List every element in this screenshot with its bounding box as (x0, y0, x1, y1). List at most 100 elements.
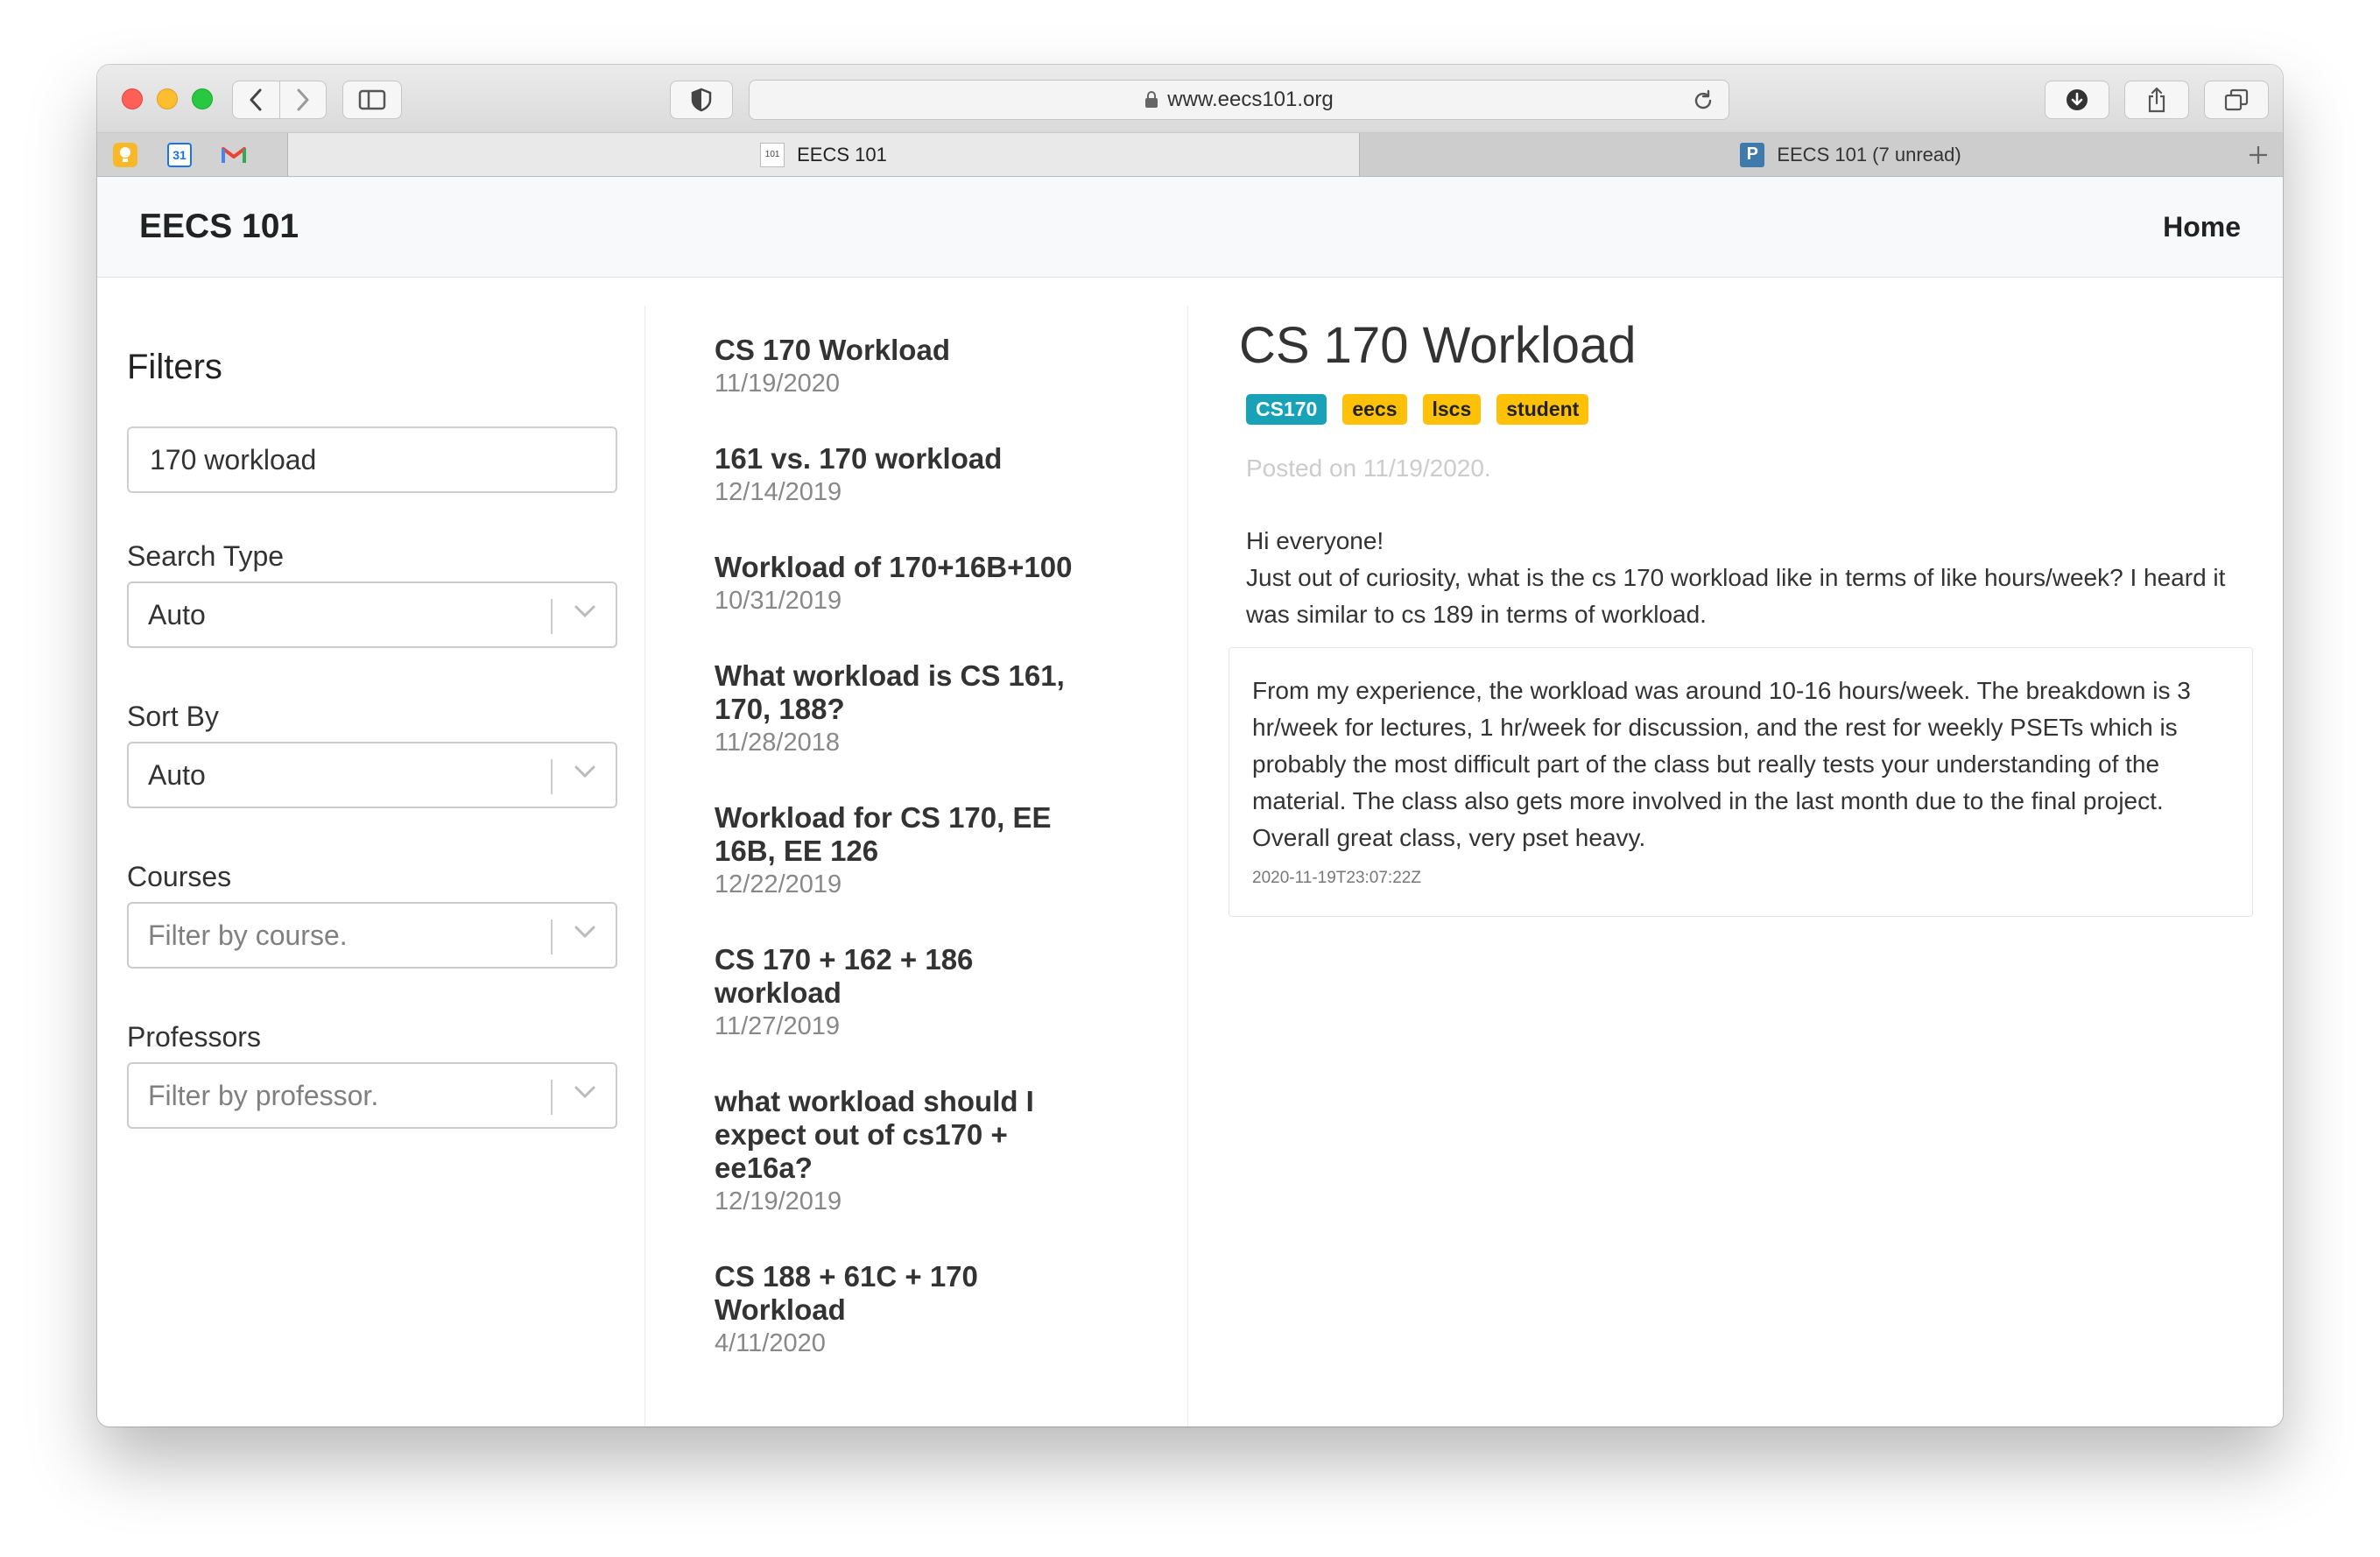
tab-label: EECS 101 (7 unread) (1777, 143, 1961, 166)
result-date: 12/19/2019 (715, 1187, 842, 1215)
tag-badge[interactable]: lscs (1422, 394, 1482, 425)
new-tab-button[interactable] (2234, 133, 2283, 176)
result-item[interactable]: CS 170 Workload 11/19/2020 (715, 334, 1082, 400)
result-title[interactable]: 161 vs. 170 workload (715, 442, 1082, 476)
posted-date: Posted on 11/19/2020. (1246, 454, 1491, 482)
minimize-window-button[interactable] (157, 88, 178, 109)
select-separator (551, 919, 553, 955)
lock-icon (1144, 91, 1158, 109)
browser-toolbar: www.eecs101.org (97, 65, 2283, 133)
select-separator (551, 599, 553, 634)
result-item[interactable]: what workload should I expect out of cs1… (715, 1085, 1082, 1218)
result-title[interactable]: What workload is CS 161, 170, 188? (715, 659, 1082, 726)
sort-by-label: Sort By (127, 701, 219, 732)
tab-bar: 31 101 EECS 101 P EECS 101 (7 unread) (97, 133, 2283, 177)
downloads-button[interactable] (2045, 81, 2109, 119)
result-date: 10/31/2019 (715, 587, 842, 615)
gmail-icon[interactable] (222, 143, 246, 167)
professors-placeholder: Filter by professor. (148, 1079, 379, 1111)
piazza-favicon-icon: P (1740, 142, 1765, 167)
sidebar-icon (358, 89, 386, 110)
results-list: CS 170 Workload 11/19/2020 161 vs. 170 w… (715, 334, 1082, 1402)
result-title[interactable]: what workload should I expect out of cs1… (715, 1085, 1082, 1185)
chevron-down-icon[interactable] (574, 604, 596, 618)
download-icon (2067, 89, 2088, 110)
result-date: 11/28/2018 (715, 729, 840, 757)
calendar-icon[interactable]: 31 (167, 142, 192, 167)
browser-window: www.eecs101.org 31 101 EECS 101 P EECS 1… (97, 65, 2283, 1427)
result-item[interactable]: CS 188 + 61C + 170 Workload 4/11/2020 (715, 1260, 1082, 1360)
forward-button[interactable] (278, 81, 326, 118)
professors-select[interactable]: Filter by professor. (127, 1062, 617, 1129)
tab-piazza[interactable]: P EECS 101 (7 unread) (1360, 133, 2283, 176)
courses-label: Courses (127, 861, 232, 892)
professors-label: Professors (127, 1021, 261, 1053)
address-text: www.eecs101.org (1167, 88, 1334, 111)
chevron-down-icon[interactable] (574, 1085, 596, 1099)
web-page: EECS 101 Home Filters 170 workload Searc… (97, 177, 2283, 1427)
sort-by-value: Auto (148, 758, 206, 791)
tag-badge[interactable]: eecs (1342, 394, 1407, 425)
result-title[interactable]: CS 188 + 61C + 170 Workload (715, 1260, 1082, 1327)
history-nav (232, 81, 327, 119)
select-separator (551, 759, 553, 794)
result-item[interactable]: Workload for CS 170, EE 16B, EE 126 12/2… (715, 801, 1082, 901)
post-body-line: Just out of curiosity, what is the cs 17… (1246, 564, 2226, 628)
privacy-report-button[interactable] (670, 81, 733, 119)
chevron-down-icon[interactable] (574, 925, 596, 939)
result-title[interactable]: CS 170 Workload (715, 334, 1082, 367)
home-link[interactable]: Home (2163, 211, 2241, 243)
answer-text: From my experience, the workload was aro… (1252, 677, 2191, 851)
calendar-label: 31 (173, 147, 187, 162)
answer-timestamp: 2020-11-19T23:07:22Z (1252, 869, 1421, 887)
search-input-value: 170 workload (150, 443, 317, 476)
main-content: Filters 170 workload Search Type Auto So… (97, 278, 2283, 1427)
result-title[interactable]: Workload of 170+16B+100 (715, 551, 1082, 584)
favorites-bar: 31 (97, 133, 288, 176)
result-item[interactable]: CS 170 + 162 + 186 workload 11/27/2019 (715, 943, 1082, 1043)
column-divider (1187, 306, 1188, 1427)
plus-icon (2250, 145, 2267, 164)
close-window-button[interactable] (122, 88, 143, 109)
bulb-icon[interactable] (113, 142, 137, 167)
eecs101-favicon-icon: 101 (760, 142, 785, 167)
tag-badge[interactable]: student (1496, 394, 1589, 425)
chevron-left-icon (250, 88, 262, 111)
zoom-window-button[interactable] (192, 88, 213, 109)
back-button[interactable] (233, 81, 279, 118)
share-button[interactable] (2124, 81, 2189, 119)
chevron-right-icon (297, 88, 309, 111)
reload-icon[interactable] (1692, 89, 1715, 118)
result-item[interactable]: What workload is CS 161, 170, 188? 11/28… (715, 659, 1082, 759)
result-date: 12/14/2019 (715, 478, 842, 506)
post-detail: CS 170 Workload CS170 eecs lscs student … (1229, 316, 2279, 917)
chevron-down-icon[interactable] (574, 764, 596, 778)
result-item[interactable]: 161 vs. 170 workload 12/14/2019 (715, 442, 1082, 509)
sidebar-toggle-button[interactable] (342, 81, 402, 119)
share-icon (2148, 87, 2165, 113)
courses-placeholder: Filter by course. (148, 919, 348, 951)
filters-panel: Filters 170 workload Search Type Auto So… (127, 348, 617, 1181)
post-body: Hi everyone! Just out of curiosity, what… (1246, 523, 2244, 633)
result-title[interactable]: Workload for CS 170, EE 16B, EE 126 (715, 801, 1082, 868)
result-date: 4/11/2020 (715, 1329, 826, 1357)
site-brand[interactable]: EECS 101 (139, 208, 299, 246)
tab-eecs101[interactable]: 101 EECS 101 (288, 133, 1360, 176)
tag-badge[interactable]: CS170 (1246, 394, 1327, 425)
tab-overview-button[interactable] (2204, 81, 2269, 119)
result-date: 11/27/2019 (715, 1012, 840, 1040)
address-bar[interactable]: www.eecs101.org (749, 80, 1729, 120)
result-date: 12/22/2019 (715, 870, 842, 898)
tabs-icon (2224, 88, 2249, 111)
sort-by-select[interactable]: Auto (127, 742, 617, 808)
search-type-select[interactable]: Auto (127, 581, 617, 648)
column-divider (644, 306, 645, 1427)
result-item[interactable]: Workload of 170+16B+100 10/31/2019 (715, 551, 1082, 617)
result-title[interactable]: CS 170 + 162 + 186 workload (715, 943, 1082, 1010)
search-input[interactable]: 170 workload (127, 426, 617, 493)
courses-select[interactable]: Filter by course. (127, 902, 617, 969)
tab-label: EECS 101 (797, 143, 887, 166)
search-type-label: Search Type (127, 540, 285, 572)
tag-list: CS170 eecs lscs student (1246, 394, 2279, 425)
select-separator (551, 1080, 553, 1115)
